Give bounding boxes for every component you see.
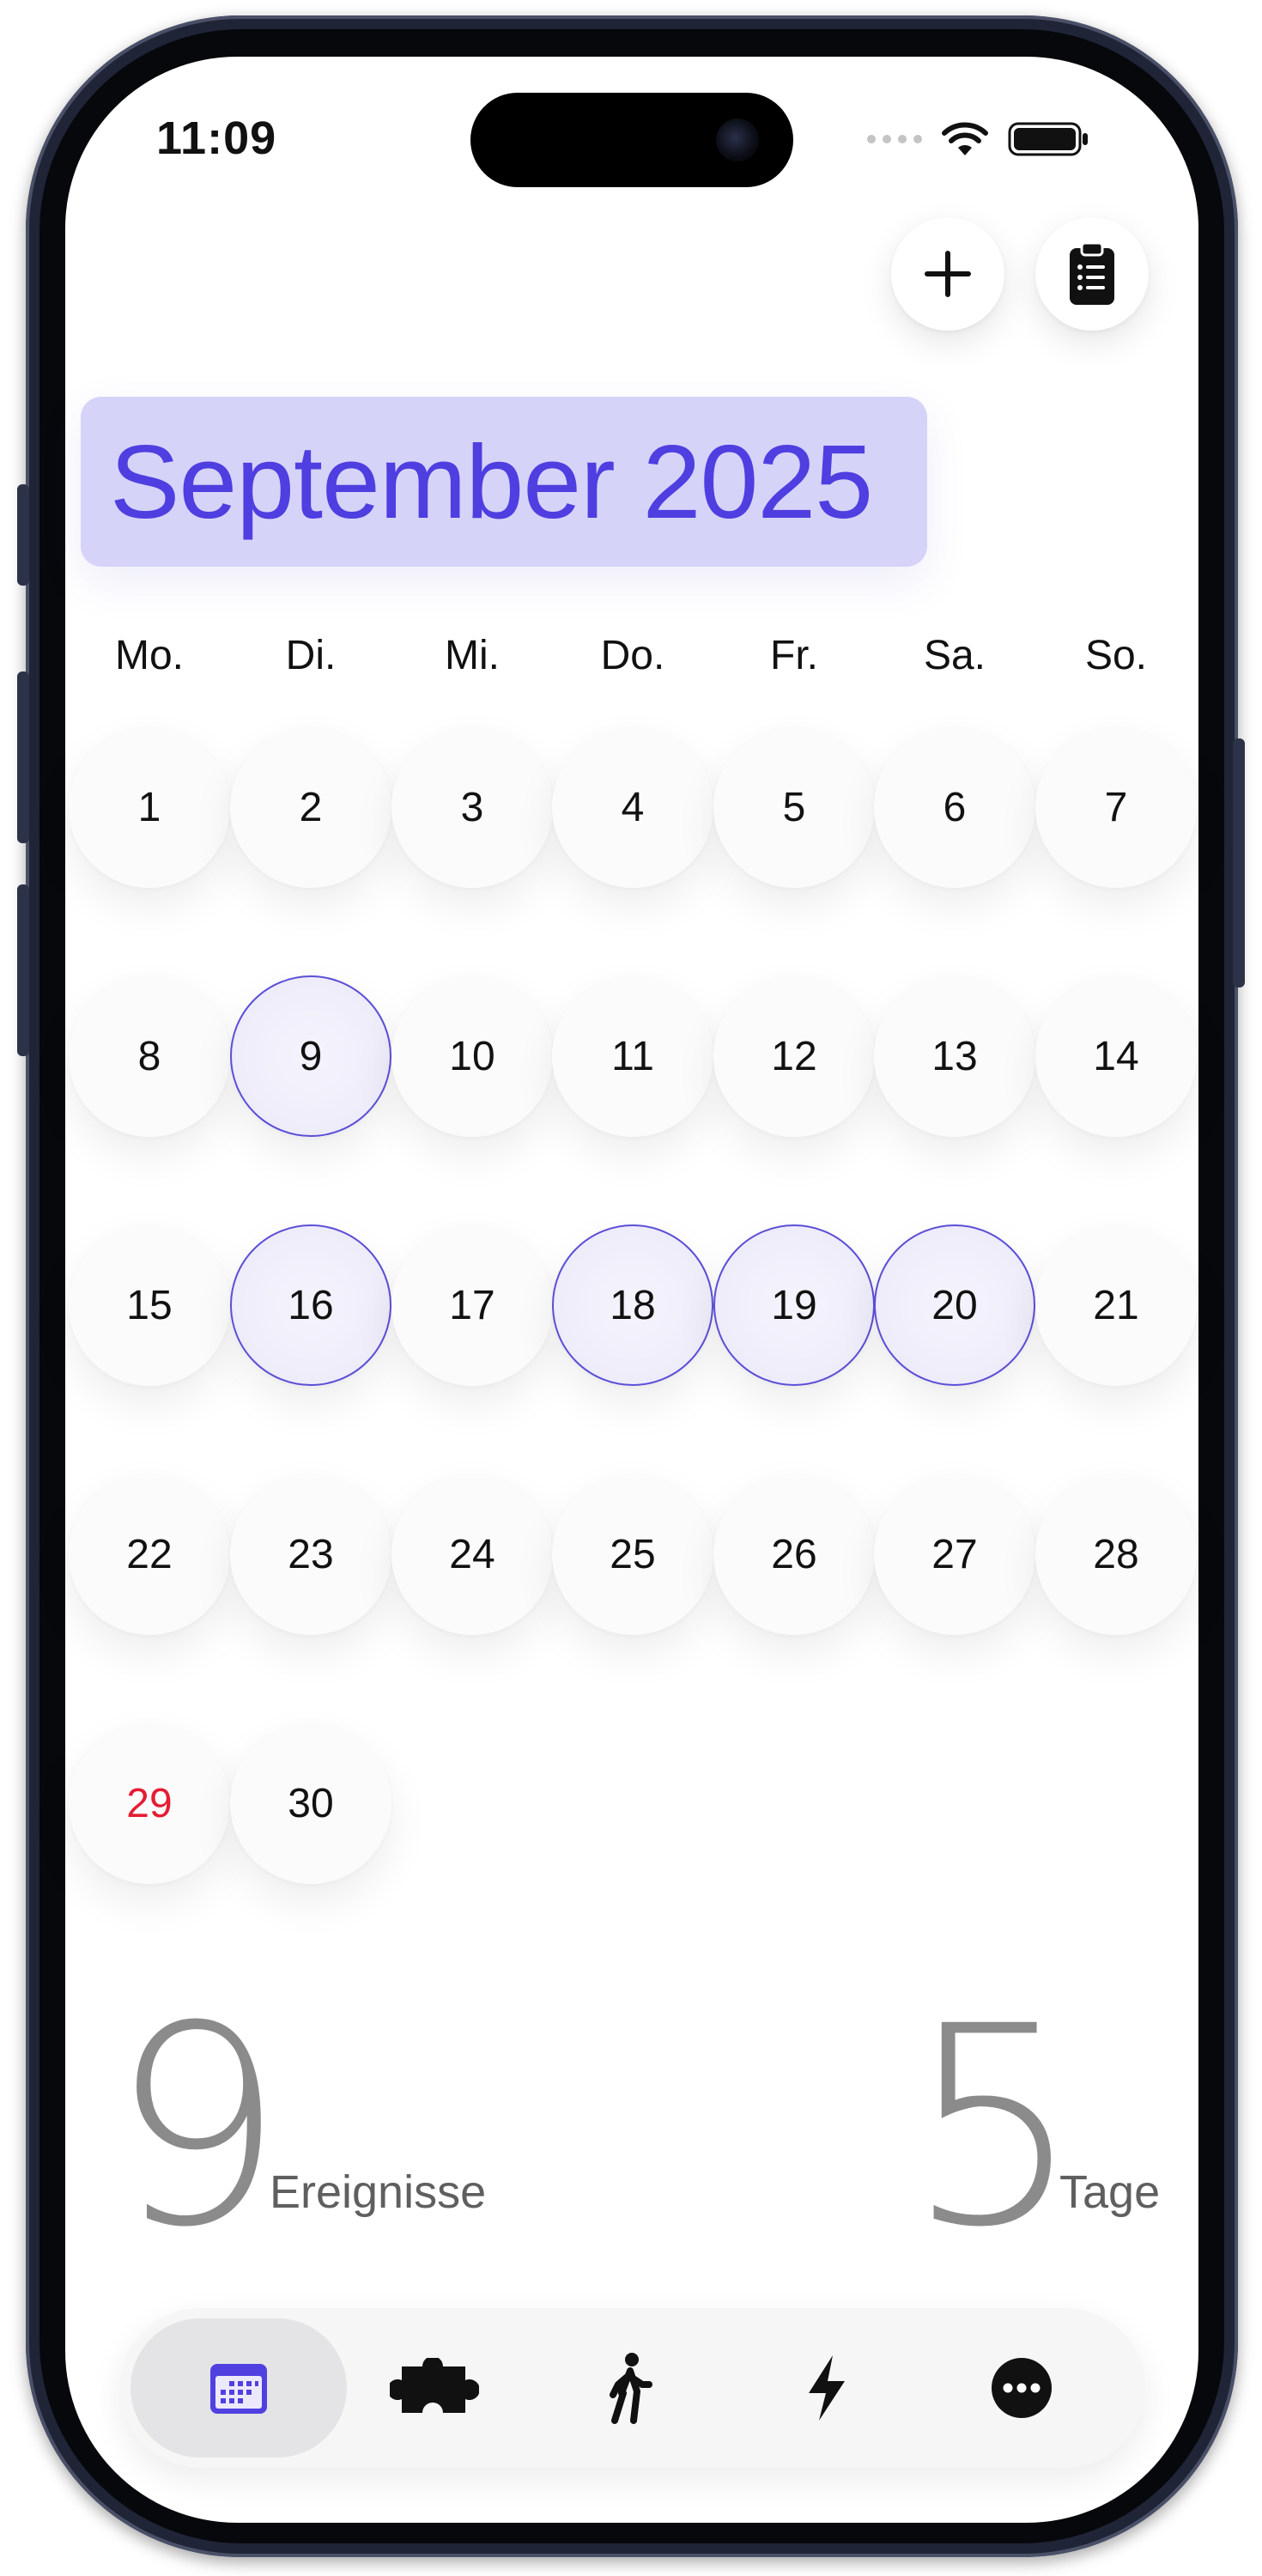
tab-energy[interactable] xyxy=(749,2308,903,2468)
tab-puzzle[interactable] xyxy=(357,2308,512,2468)
day-18[interactable]: 18 xyxy=(552,1224,713,1386)
add-event-button[interactable] xyxy=(891,217,1004,331)
wifi-icon xyxy=(942,122,988,155)
status-icons xyxy=(867,118,1090,160)
day-15[interactable]: 15 xyxy=(69,1224,230,1386)
day-21[interactable]: 21 xyxy=(1035,1224,1197,1386)
days-count: 5 xyxy=(907,1968,1082,2287)
day-25[interactable]: 25 xyxy=(552,1473,713,1635)
day-4[interactable]: 4 xyxy=(552,726,713,888)
weekday-sat: Sa. xyxy=(923,633,986,678)
more-icon xyxy=(992,2358,1052,2418)
event-list-button[interactable] xyxy=(1035,217,1149,331)
volume-up-button xyxy=(17,671,29,843)
day-29[interactable]: 29 xyxy=(69,1722,230,1884)
day-5[interactable]: 5 xyxy=(713,726,875,888)
camera-icon xyxy=(716,118,759,161)
weekday-thu: Do. xyxy=(600,633,665,678)
battery-icon xyxy=(1008,122,1088,156)
power-button xyxy=(1233,738,1245,987)
day-26[interactable]: 26 xyxy=(713,1473,875,1635)
clipboard-icon xyxy=(1070,241,1114,305)
walking-icon xyxy=(610,2353,652,2424)
day-13[interactable]: 13 xyxy=(874,975,1035,1137)
calendar-icon xyxy=(210,2364,267,2414)
tab-calendar[interactable] xyxy=(161,2308,316,2468)
bolt-icon xyxy=(809,2355,845,2421)
day-22[interactable]: 22 xyxy=(69,1473,230,1635)
events-label: Ereignisse xyxy=(270,2166,487,2218)
day-7[interactable]: 7 xyxy=(1035,726,1197,888)
status-time: 11:09 xyxy=(156,112,277,164)
tab-activity[interactable] xyxy=(553,2308,707,2468)
day-8[interactable]: 8 xyxy=(69,975,230,1137)
days-label: Tage xyxy=(1059,2166,1161,2218)
weekday-wed: Mi. xyxy=(445,633,500,678)
month-title-pill[interactable]: September 2025 xyxy=(81,397,927,567)
day-27[interactable]: 27 xyxy=(874,1473,1035,1635)
weekday-mon: Mo. xyxy=(114,633,184,678)
day-19[interactable]: 19 xyxy=(713,1224,875,1386)
month-title: September 2025 xyxy=(110,423,873,540)
events-count: 9 xyxy=(110,1968,285,2287)
day-20[interactable]: 20 xyxy=(874,1224,1035,1386)
weekday-sun: So. xyxy=(1084,633,1148,678)
cellular-signal-icon xyxy=(867,135,922,143)
plus-icon xyxy=(925,251,971,297)
weekday-tue: Di. xyxy=(285,633,337,678)
tab-bar xyxy=(120,2308,1145,2468)
day-10[interactable]: 10 xyxy=(391,975,553,1137)
day-16[interactable]: 16 xyxy=(230,1224,391,1386)
day-3[interactable]: 3 xyxy=(391,726,553,888)
volume-down-button xyxy=(17,884,29,1056)
day-12[interactable]: 12 xyxy=(713,975,875,1137)
day-11[interactable]: 11 xyxy=(552,975,713,1137)
day-2[interactable]: 2 xyxy=(230,726,391,888)
day-14[interactable]: 14 xyxy=(1035,975,1197,1137)
day-1[interactable]: 1 xyxy=(69,726,230,888)
puzzle-icon xyxy=(390,2358,479,2413)
tab-more[interactable] xyxy=(944,2308,1099,2468)
day-30[interactable]: 30 xyxy=(230,1722,391,1884)
day-9[interactable]: 9 xyxy=(230,975,391,1137)
dynamic-island xyxy=(470,93,793,187)
day-17[interactable]: 17 xyxy=(391,1224,553,1386)
day-24[interactable]: 24 xyxy=(391,1473,553,1635)
weekday-fri: Fr. xyxy=(770,633,818,678)
day-28[interactable]: 28 xyxy=(1035,1473,1197,1635)
action-button xyxy=(17,484,29,586)
day-6[interactable]: 6 xyxy=(874,726,1035,888)
day-23[interactable]: 23 xyxy=(230,1473,391,1635)
